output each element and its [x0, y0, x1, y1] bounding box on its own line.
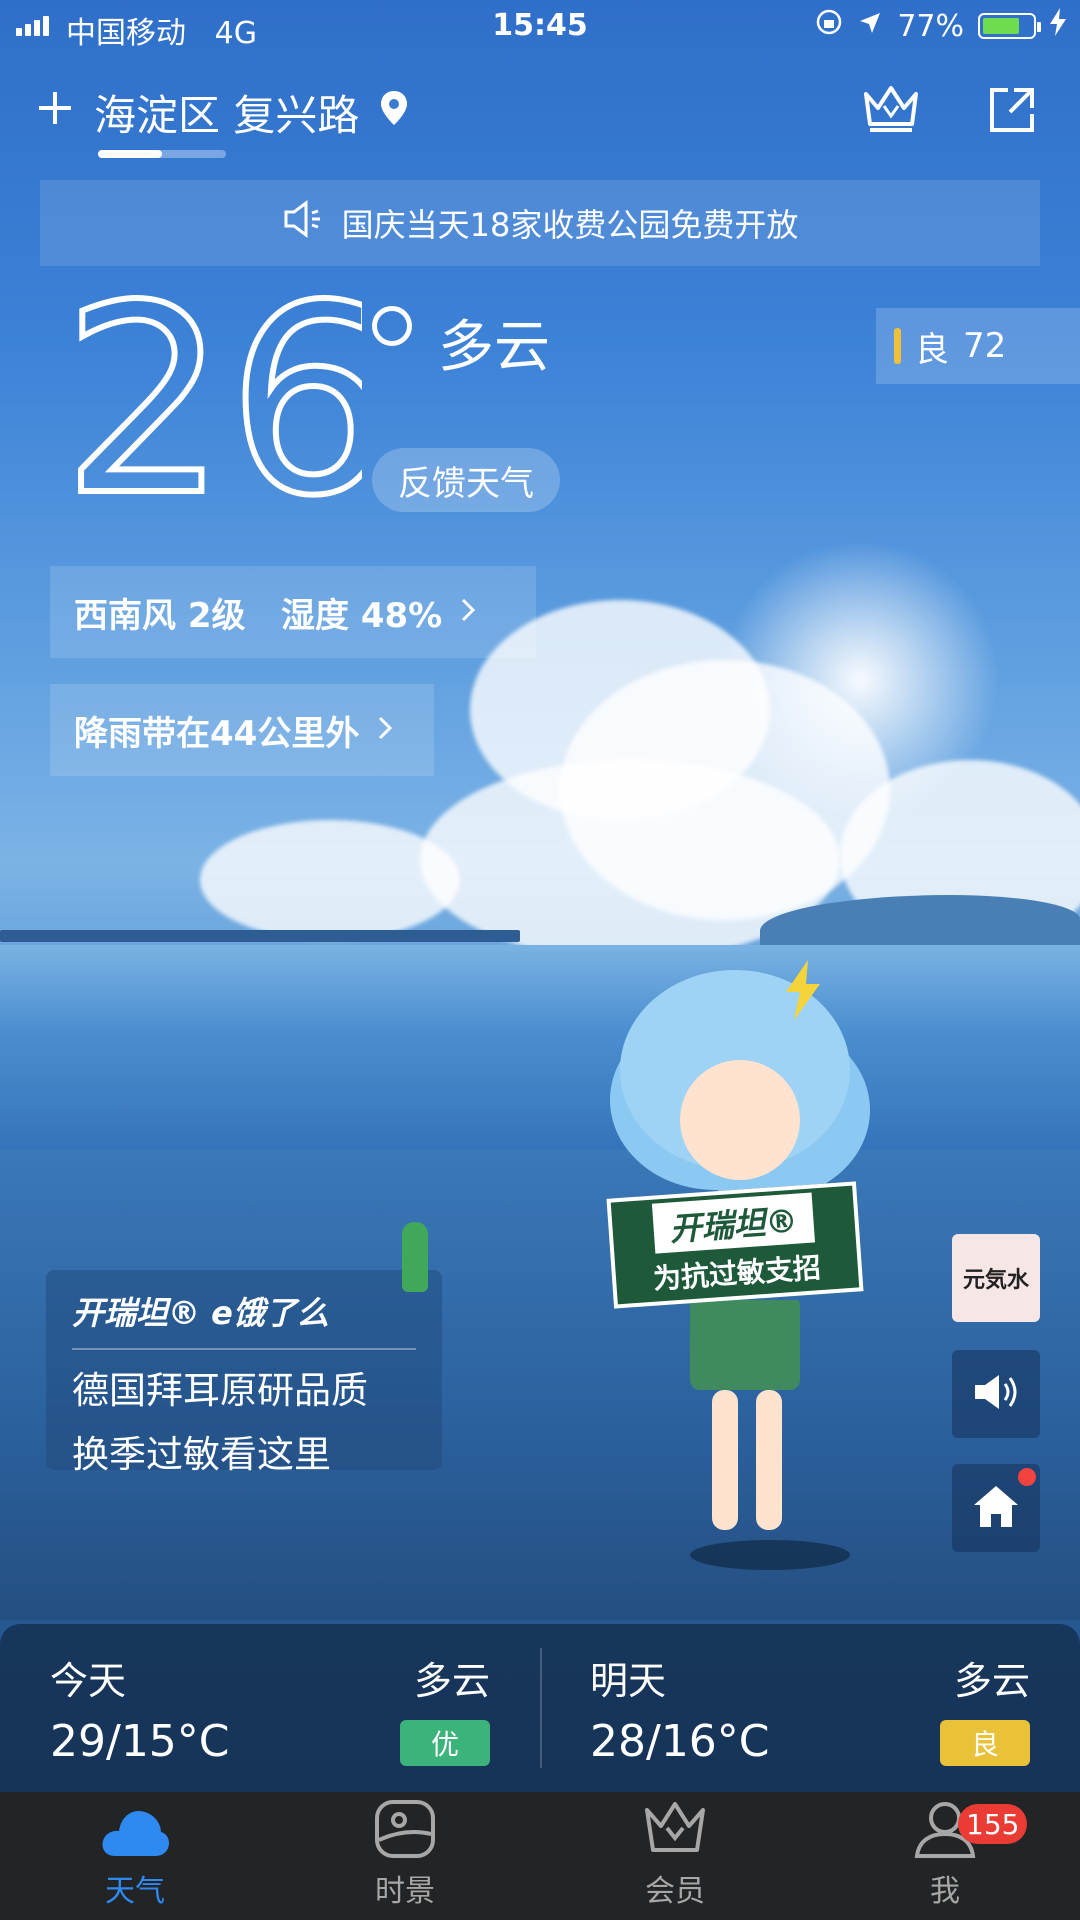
location-pin-icon [379, 88, 409, 137]
ad-mascot-icon[interactable] [402, 1222, 428, 1292]
sea [0, 945, 1080, 1155]
aqi-label: 良 [915, 329, 949, 370]
ad-line-2: 换季过敏看这里 [72, 1433, 331, 1476]
speaker-icon [282, 199, 326, 247]
forecast-condition: 多云 [413, 1659, 490, 1703]
rotation-lock-icon [815, 8, 843, 44]
rain-text: 降雨带在44公里外 [74, 713, 360, 754]
forecast-day-label: 明天 [590, 1659, 667, 1703]
share-icon[interactable] [986, 84, 1038, 136]
air-quality-badge: 优 [400, 1720, 490, 1766]
status-bar: 中国移动 4G 15:45 77% [0, 0, 1080, 54]
tab-weather[interactable]: 天气 [0, 1792, 270, 1920]
ad-brand: 开瑞坦® e饿了么 [72, 1288, 416, 1350]
temperature-digits: 26 [59, 248, 396, 556]
location-name[interactable]: 海淀区 复兴路 [94, 82, 359, 143]
forecast-panel[interactable]: 今天 多云 29/15°C 优 明天 多云 28/16°C 良 [0, 1624, 1080, 1792]
location-arrow-icon [857, 9, 883, 44]
forecast-day-label: 今天 [50, 1659, 127, 1703]
location-bar[interactable]: 海淀区 复兴路 [36, 82, 409, 143]
notification-dot [1018, 1468, 1036, 1486]
status-right: 77% [815, 8, 1066, 44]
tab-label: 我 [930, 1874, 960, 1909]
sound-button[interactable] [952, 1350, 1040, 1438]
tab-label: 天气 [105, 1874, 165, 1909]
tab-bar: 天气 时景 会员 我 155 [0, 1792, 1080, 1920]
cloud-icon [99, 1798, 171, 1860]
wind-humidity-text: 西南风 2级 湿度 48% [74, 595, 443, 636]
aqi-value: 72 [963, 326, 1007, 366]
degree-symbol [372, 306, 412, 346]
forecast-temp-range: 28/16°C [590, 1716, 770, 1767]
forecast-today[interactable]: 今天 多云 29/15°C 优 [0, 1624, 540, 1792]
aqi-badge[interactable]: 良 72 [876, 308, 1080, 384]
drink-ad-button[interactable]: 元気水 [952, 1234, 1040, 1322]
character-face [680, 1060, 800, 1180]
speaker-icon [971, 1372, 1021, 1416]
forecast-condition: 多云 [953, 1659, 1030, 1703]
forecast-tomorrow[interactable]: 明天 多云 28/16°C 良 [540, 1624, 1080, 1792]
mascot-character[interactable]: 开瑞坦® 为抗过敏支招 [600, 960, 870, 1580]
current-condition: 多云 [438, 315, 550, 380]
character-shadow [690, 1540, 850, 1570]
current-temperature: 26 [59, 248, 396, 556]
cloud [200, 820, 460, 940]
sign-brand: 开瑞坦® [651, 1192, 816, 1254]
character-skirt [690, 1300, 800, 1390]
notice-banner[interactable]: 国庆当天18家收费公园免费开放 [40, 180, 1040, 266]
tab-scenery[interactable]: 时景 [270, 1792, 540, 1920]
aqi-color-bar [894, 328, 901, 364]
feedback-weather-button[interactable]: 反馈天气 [372, 448, 560, 512]
battery-percent: 77% [897, 8, 964, 44]
crown-icon[interactable] [862, 84, 920, 134]
tab-label: 时景 [375, 1874, 435, 1909]
drink-label: 元気水 [962, 1268, 1029, 1293]
wind-humidity-row[interactable]: 西南风 2级 湿度 48% [50, 566, 536, 658]
character-sign: 开瑞坦® 为抗过敏支招 [606, 1181, 864, 1309]
pier [0, 930, 520, 942]
ad-line-1: 德国拜耳原研品质 [72, 1369, 368, 1412]
battery-icon [978, 13, 1041, 39]
forecast-temp-range: 29/15°C [50, 1716, 230, 1767]
home-button[interactable] [952, 1464, 1040, 1552]
notice-text[interactable]: 国庆当天18家收费公园免费开放 [342, 200, 799, 246]
sign-slogan: 为抗过敏支招 [652, 1251, 822, 1296]
charging-icon [1050, 8, 1066, 44]
rain-row[interactable]: 降雨带在44公里外 [50, 684, 434, 776]
lightning-icon [780, 960, 824, 1024]
weather-screen: 中国移动 4G 15:45 77% 海淀区 复兴路 国庆当天18家收费公园免费开… [0, 0, 1080, 1920]
home-icon [971, 1483, 1021, 1533]
scenery-icon [369, 1798, 441, 1860]
crown-icon [639, 1798, 711, 1860]
temperature-value: 26 [62, 286, 362, 516]
plus-icon[interactable] [36, 88, 74, 137]
ad-card[interactable]: 开瑞坦® e饿了么 德国拜耳原研品质 换季过敏看这里 [46, 1270, 442, 1476]
character-legs [712, 1390, 782, 1530]
tab-member[interactable]: 会员 [540, 1792, 810, 1920]
tab-label: 会员 [645, 1874, 705, 1909]
chevron-right-icon [377, 710, 393, 750]
chevron-right-icon [460, 592, 476, 632]
tab-me[interactable]: 我 155 [810, 1792, 1080, 1920]
notification-badge: 155 [958, 1804, 1028, 1844]
page-indicator [98, 150, 226, 158]
air-quality-badge: 良 [940, 1720, 1030, 1766]
